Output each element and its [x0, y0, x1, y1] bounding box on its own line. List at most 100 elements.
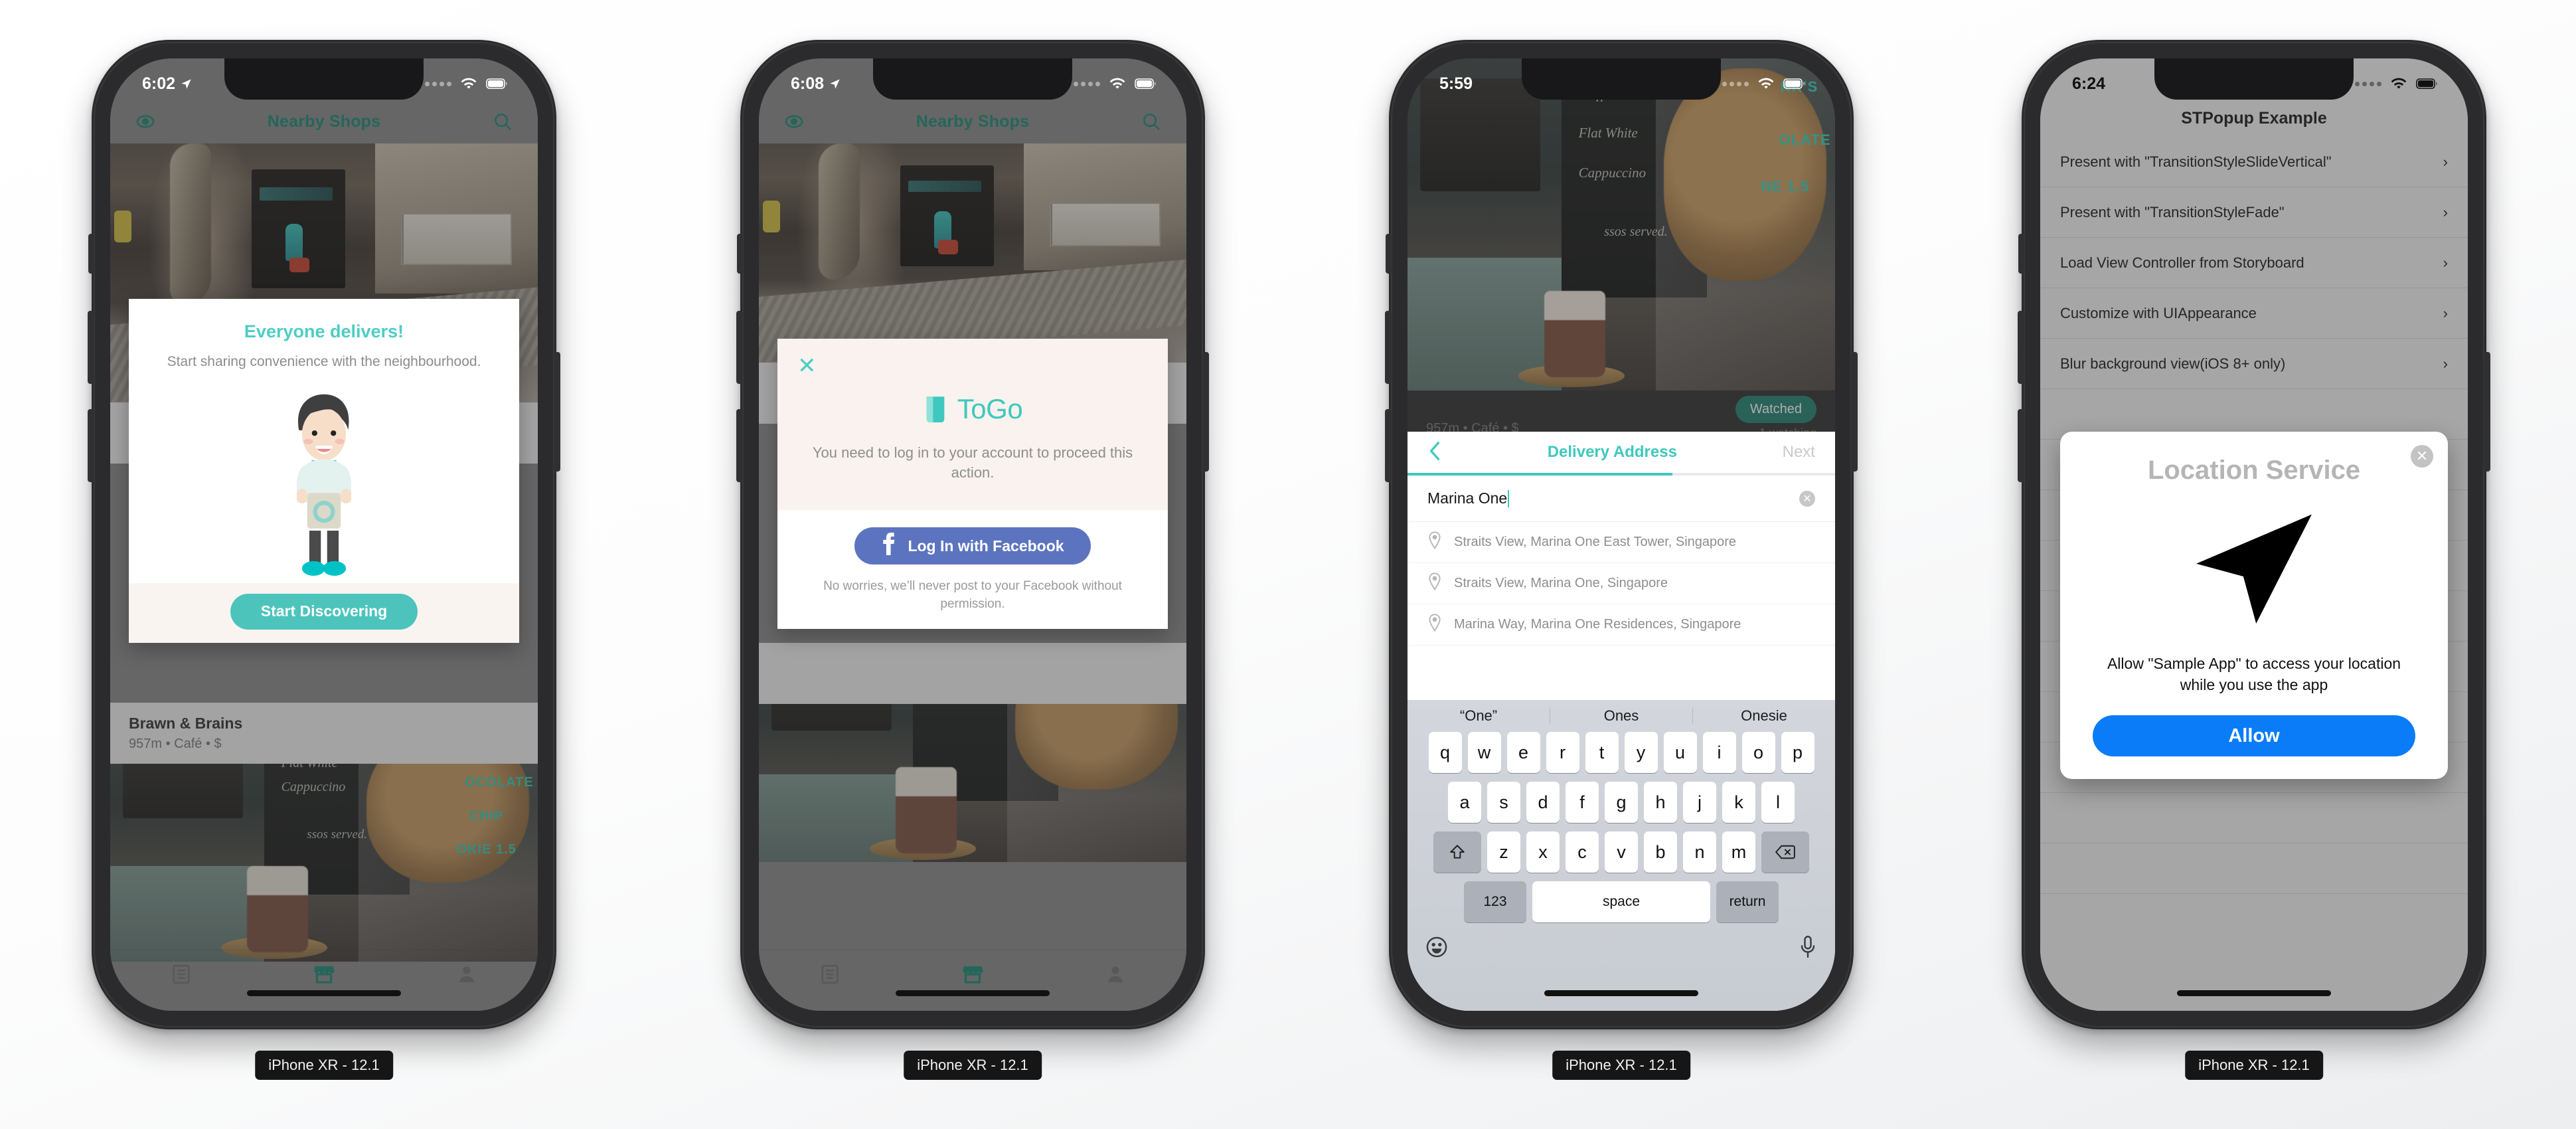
key-r[interactable]: r — [1546, 732, 1579, 773]
key-y[interactable]: y — [1624, 732, 1658, 773]
key-t[interactable]: t — [1585, 732, 1619, 773]
start-discovering-button[interactable]: Start Discovering — [230, 593, 418, 630]
numeric-key[interactable]: 123 — [1464, 881, 1526, 922]
status-time: 6:08 — [791, 74, 825, 93]
silent-switch[interactable] — [88, 234, 94, 274]
volume-up-button[interactable] — [1385, 311, 1392, 384]
key-p[interactable]: p — [1781, 732, 1814, 773]
prediction-0[interactable]: “One” — [1408, 707, 1550, 725]
power-button[interactable] — [1202, 352, 1209, 472]
key-o[interactable]: o — [1741, 732, 1775, 773]
location-permission-modal: ✕ Location Service Allow "Sample App" to… — [2060, 432, 2448, 780]
status-time: 5:59 — [1439, 74, 1473, 93]
volume-down-button[interactable] — [1385, 409, 1392, 482]
home-indicator[interactable] — [1544, 990, 1698, 996]
sheet-nav: Delivery Address Next — [1408, 432, 1835, 473]
sheet-title: Delivery Address — [1547, 443, 1677, 461]
backspace-icon[interactable] — [1761, 831, 1809, 873]
key-b[interactable]: b — [1644, 831, 1677, 873]
notch — [2154, 58, 2354, 100]
keyboard-bottom-row — [1408, 931, 1835, 962]
key-d[interactable]: d — [1526, 782, 1560, 823]
togo-bag-icon — [923, 392, 948, 426]
prediction-1[interactable]: Ones — [1550, 707, 1692, 725]
power-button[interactable] — [1851, 352, 1858, 472]
address-input-field[interactable]: Marina One ✕ — [1408, 476, 1835, 522]
key-j[interactable]: j — [1683, 782, 1716, 823]
silent-switch[interactable] — [1386, 234, 1392, 274]
silent-switch[interactable] — [2018, 234, 2024, 274]
signal-dots-icon — [1722, 81, 1749, 86]
key-m[interactable]: m — [1722, 831, 1755, 873]
device-label: iPhone XR - 12.1 — [2185, 1051, 2323, 1080]
facebook-login-button[interactable]: Log In with Facebook — [854, 527, 1091, 565]
key-i[interactable]: i — [1702, 732, 1736, 773]
volume-down-button[interactable] — [88, 409, 94, 482]
home-indicator[interactable] — [247, 990, 401, 996]
list-item[interactable]: Straits View, Marina One East Tower, Sin… — [1408, 522, 1835, 563]
volume-up-button[interactable] — [2018, 311, 2024, 384]
on-screen-keyboard: “One” Ones Onesie qwertyuiop asdfghjkl z… — [1408, 700, 1835, 1011]
facebook-button-label: Log In with Facebook — [908, 537, 1064, 555]
prediction-bar: “One” Ones Onesie — [1408, 700, 1835, 732]
onboarding-modal: Everyone delivers! Start sharing conveni… — [129, 299, 519, 643]
close-x-icon[interactable]: ✕ — [797, 355, 817, 377]
screen-4: STPopup Example Present with "Transition… — [2040, 58, 2468, 1011]
key-h[interactable]: h — [1644, 782, 1677, 823]
suggestion-text: Straits View, Marina One, Singapore — [1454, 576, 1668, 590]
space-key[interactable]: space — [1532, 881, 1710, 922]
key-n[interactable]: n — [1683, 831, 1716, 873]
key-w[interactable]: w — [1467, 732, 1501, 773]
device-2: Caffè Latte Flat White Cappuccino ssos s… — [736, 40, 1209, 1080]
list-item[interactable]: Marina Way, Marina One Residences, Singa… — [1408, 604, 1835, 646]
next-button[interactable]: Next — [1783, 443, 1815, 462]
microphone-icon[interactable] — [1798, 935, 1818, 962]
device-1: Upper Thomson 320m • Bakery • $ Caffè La… — [88, 40, 560, 1080]
device-label: iPhone XR - 12.1 — [255, 1051, 393, 1080]
key-v[interactable]: v — [1605, 831, 1638, 873]
allow-button[interactable]: Allow — [2093, 715, 2415, 757]
home-indicator[interactable] — [896, 990, 1050, 996]
list-item[interactable]: Straits View, Marina One, Singapore — [1408, 563, 1835, 604]
keyboard-row-3: zxcvbnm — [1408, 831, 1835, 873]
key-k[interactable]: k — [1722, 782, 1755, 823]
shift-arrow-icon[interactable] — [1433, 831, 1481, 873]
modal-lower: Log In with Facebook No worries, we’ll n… — [777, 510, 1168, 629]
key-s[interactable]: s — [1487, 782, 1520, 823]
modal-footer: Start Discovering — [129, 582, 519, 643]
power-button[interactable] — [2484, 352, 2490, 472]
login-modal: ✕ ToGo You need to log in to your accoun… — [777, 339, 1168, 629]
key-g[interactable]: g — [1605, 782, 1638, 823]
modal-subtitle: Start sharing convenience with the neigh… — [167, 354, 481, 369]
key-q[interactable]: q — [1428, 732, 1462, 773]
map-pin-icon — [1427, 613, 1442, 636]
close-circle-icon[interactable]: ✕ — [2411, 445, 2433, 468]
clear-circle-icon[interactable]: ✕ — [1799, 490, 1815, 507]
power-button[interactable] — [554, 352, 560, 472]
volume-up-button[interactable] — [736, 311, 743, 384]
key-z[interactable]: z — [1487, 831, 1520, 873]
key-u[interactable]: u — [1663, 732, 1697, 773]
prediction-2[interactable]: Onesie — [1692, 707, 1835, 725]
modal-body: Allow "Sample App" to access your locati… — [2107, 655, 2401, 694]
modal-message: You need to log in to your account to pr… — [812, 444, 1133, 481]
key-x[interactable]: x — [1526, 831, 1560, 873]
togo-app: Upper Thomson 320m • Bakery • $ Caffè La… — [110, 58, 538, 1011]
volume-down-button[interactable] — [2018, 409, 2024, 482]
simulator-stage: Upper Thomson 320m • Bakery • $ Caffè La… — [0, 0, 2576, 1129]
wifi-icon — [1757, 78, 1775, 90]
key-c[interactable]: c — [1566, 831, 1599, 873]
silent-switch[interactable] — [737, 234, 743, 274]
key-a[interactable]: a — [1448, 782, 1481, 823]
volume-down-button[interactable] — [736, 409, 743, 482]
delivery-person-illustration — [296, 394, 352, 576]
emoji-smile-icon[interactable] — [1425, 935, 1449, 962]
chevron-left-icon[interactable] — [1427, 441, 1442, 464]
return-key[interactable]: return — [1716, 881, 1779, 922]
home-indicator[interactable] — [2177, 990, 2331, 996]
key-e[interactable]: e — [1506, 732, 1540, 773]
key-f[interactable]: f — [1566, 782, 1599, 823]
volume-up-button[interactable] — [88, 311, 94, 384]
key-l[interactable]: l — [1761, 782, 1795, 823]
notch — [1522, 58, 1721, 100]
